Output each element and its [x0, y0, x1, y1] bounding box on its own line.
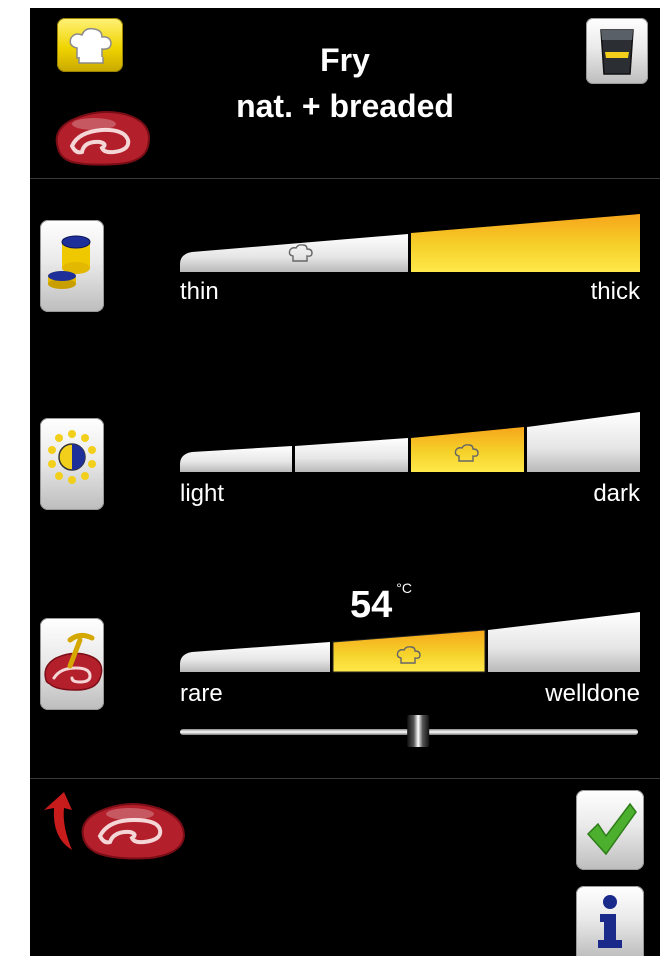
- doneness-scale[interactable]: [178, 612, 642, 676]
- thickness-button[interactable]: [40, 220, 104, 312]
- core-temperature-unit: °C: [396, 580, 412, 596]
- footer-divider: [30, 778, 660, 779]
- doneness-segment-2: [332, 629, 486, 673]
- checkmark-icon: [586, 802, 637, 856]
- device-button[interactable]: [586, 18, 648, 84]
- screen: Fry nat. + breaded thin thick light dark…: [30, 8, 660, 956]
- temperature-fine-slider[interactable]: [178, 714, 640, 748]
- thickness-scale[interactable]: [178, 214, 642, 276]
- chef-hat-icon: [69, 27, 112, 64]
- thickness-right-label: thick: [590, 278, 640, 305]
- fine-slider-handle[interactable]: [407, 715, 430, 747]
- thickness-segment-1: [180, 234, 408, 272]
- thickness-left-label: thin: [180, 278, 219, 305]
- browning-icon: [48, 430, 96, 484]
- thickness-segment-2: [411, 214, 640, 272]
- confirm-button[interactable]: [576, 790, 644, 870]
- back-button[interactable]: [38, 788, 202, 868]
- thickness-icon: [48, 235, 91, 289]
- info-icon: [598, 895, 622, 948]
- core-temperature-button[interactable]: [40, 618, 104, 710]
- browning-segment-4: [527, 412, 640, 472]
- browning-right-label: dark: [593, 480, 640, 507]
- program-title: Fry: [320, 42, 370, 78]
- core-probe-icon: [44, 632, 103, 691]
- browning-button[interactable]: [40, 418, 104, 510]
- program-subtitle: nat. + breaded: [236, 88, 454, 124]
- mode-button[interactable]: [57, 18, 123, 72]
- back-arrow-icon: [44, 792, 186, 860]
- doneness-segment-3: [488, 612, 640, 672]
- browning-left-label: light: [180, 480, 225, 507]
- browning-scale[interactable]: [178, 412, 642, 476]
- header-divider: [30, 178, 660, 179]
- browning-segment-3: [411, 427, 524, 472]
- doneness-left-label: rare: [180, 680, 223, 707]
- browning-segment-1: [180, 446, 292, 472]
- doneness-segment-1: [180, 642, 330, 672]
- info-button[interactable]: [576, 886, 644, 956]
- doneness-right-label: welldone: [545, 680, 640, 707]
- browning-segment-2: [295, 438, 408, 472]
- cooking-unit-icon: [600, 29, 634, 75]
